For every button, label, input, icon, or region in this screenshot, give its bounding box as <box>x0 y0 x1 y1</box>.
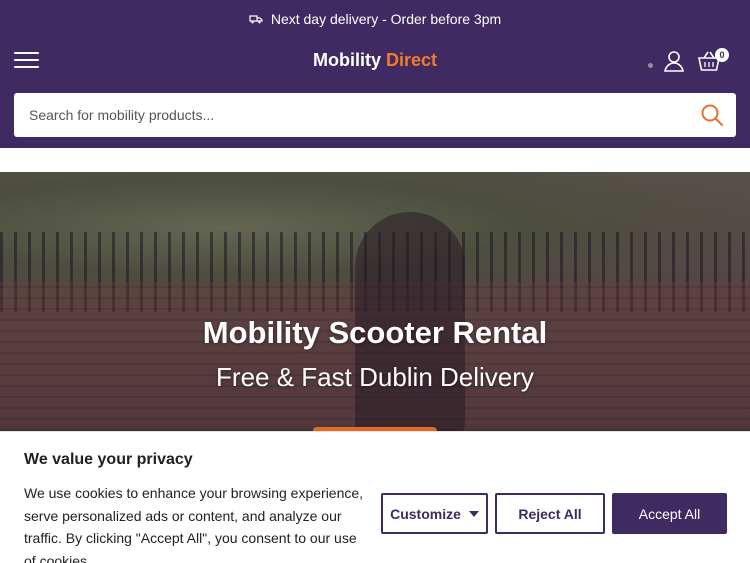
search-icon[interactable] <box>700 103 724 127</box>
cookie-banner: We value your privacy We use cookies to … <box>0 431 750 563</box>
user-icon[interactable] <box>663 50 685 72</box>
search-bar <box>14 93 736 137</box>
truck-icon <box>249 14 263 24</box>
hero-subtitle: Free & Fast Dublin Delivery <box>216 362 534 392</box>
menu-icon[interactable] <box>14 52 39 70</box>
promo-text: Next day delivery - Order before 3pm <box>270 11 502 27</box>
search-input[interactable] <box>14 93 694 137</box>
customize-button[interactable]: Customize <box>381 493 488 534</box>
logo-text-mobility: Mobility <box>312 50 381 70</box>
logo-link[interactable]: Mobility Direct <box>313 50 437 70</box>
promo-bar: Next day delivery - Order before 3pm <box>0 0 750 38</box>
hero-title: Mobility Scooter Rental <box>202 315 548 350</box>
accept-all-label: Accept All <box>638 505 701 522</box>
indicator-dot <box>648 63 653 68</box>
caret-down-icon <box>468 510 479 517</box>
customize-label: Customize <box>390 505 461 522</box>
main-nav: Mobility Direct 0 <box>0 40 750 84</box>
cookie-text: We use cookies to enhance your browsing … <box>24 485 364 563</box>
accept-all-button[interactable]: Accept All <box>612 493 727 534</box>
cart-count-badge: 0 <box>715 48 729 62</box>
logo: Mobility Direct <box>0 50 750 71</box>
cookie-title: We value your privacy <box>24 451 193 468</box>
site-header: Next day delivery - Order before 3pm Mob… <box>0 0 750 148</box>
reject-all-button[interactable]: Reject All <box>495 493 605 534</box>
logo-text-direct: Direct <box>385 50 438 70</box>
reject-all-label: Reject All <box>518 505 582 522</box>
